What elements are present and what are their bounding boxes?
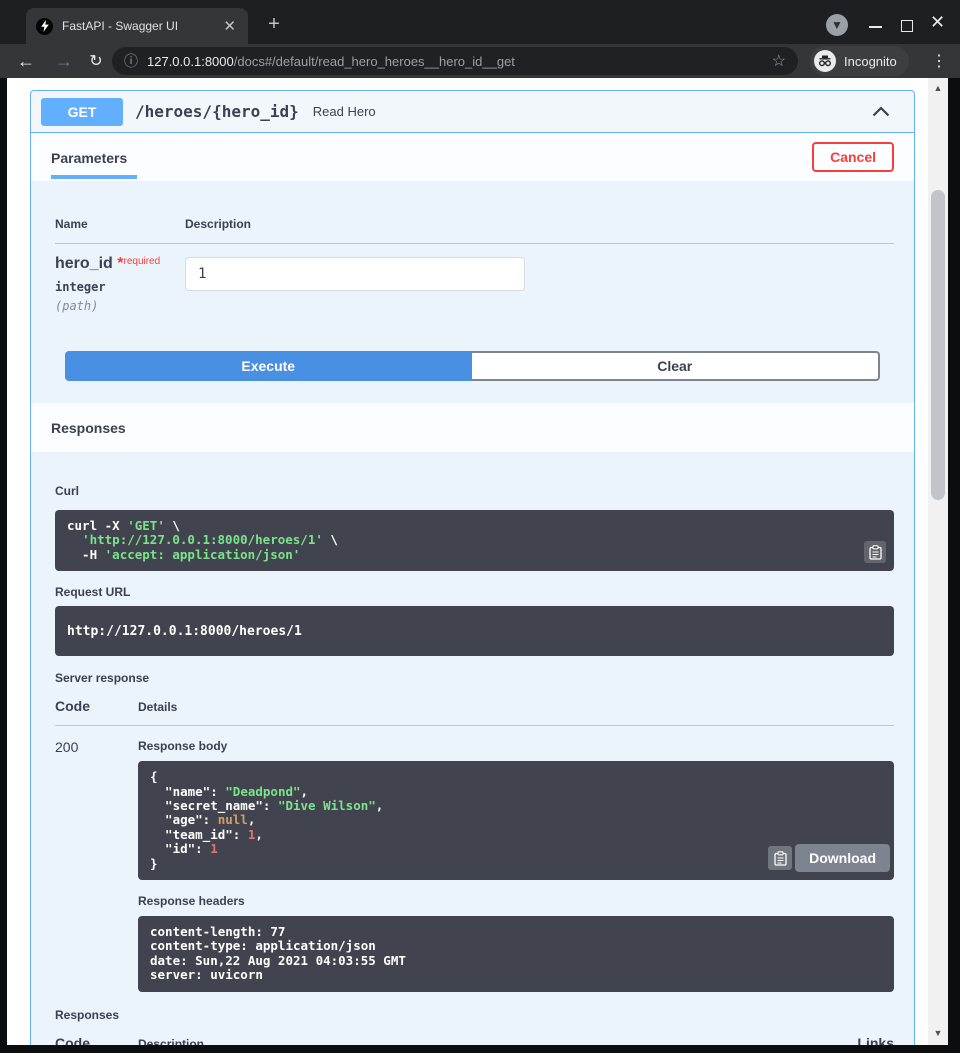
request-url-value: http://127.0.0.1:8000/heroes/1	[67, 624, 302, 639]
links-header: Links	[857, 1035, 894, 1045]
method-badge: GET	[41, 98, 123, 126]
cancel-button[interactable]: Cancel	[812, 142, 894, 172]
url-host: 127.0.0.1:8000	[147, 54, 234, 69]
responses-section-header: Responses	[31, 403, 914, 452]
response-body-block: { "name": "Deadpond", "secret_name": "Di…	[138, 761, 894, 880]
col-header-description: Description	[185, 217, 894, 231]
server-response-row: 200 Response body { "name": "Deadpond", …	[55, 726, 894, 991]
url-path: /docs#/default/read_hero_heroes__hero_id…	[234, 54, 515, 69]
description-header: Description	[138, 1037, 857, 1045]
scrollbar-thumb[interactable]	[931, 190, 945, 500]
required-label: required	[123, 256, 160, 267]
response-headers-label: Response headers	[138, 894, 894, 908]
window-close-icon[interactable]: ✕	[930, 13, 945, 31]
details-header: Details	[138, 700, 894, 714]
parameter-row: hero_id *required integer (path)	[55, 244, 894, 313]
browser-tab[interactable]: FastAPI - Swagger UI ✕	[26, 8, 248, 44]
responses-table-header-row: Code Description Links	[55, 1022, 894, 1045]
parameters-table: Name Description hero_id *required integ…	[31, 181, 914, 351]
chevron-up-icon[interactable]	[872, 106, 890, 117]
responses-body: Curl curl -X 'GET' \ 'http://127.0.0.1:8…	[31, 452, 914, 1045]
opblock-get: GET /heroes/{hero_id} Read Hero Paramete…	[30, 90, 915, 1045]
kebab-menu-icon[interactable]: ⋮	[926, 48, 952, 74]
incognito-badge: Incognito	[810, 46, 909, 76]
browser-update-icon[interactable]: ▼	[826, 14, 848, 36]
server-response-label: Server response	[55, 671, 894, 685]
bookmark-star-icon[interactable]: ☆	[772, 51, 786, 71]
screenshot-root: { "browser": { "tab_title": "FastAPI - S…	[0, 0, 960, 1053]
tab-close-icon[interactable]: ✕	[221, 17, 238, 36]
execute-button[interactable]: Execute	[65, 351, 472, 381]
forward-icon[interactable]: →	[51, 48, 77, 74]
tab-title: FastAPI - Swagger UI	[62, 19, 221, 33]
response-headers-block: content-length: 77content-type: applicat…	[138, 916, 894, 992]
url-text[interactable]: 127.0.0.1:8000/docs#/default/read_hero_h…	[147, 54, 764, 69]
copy-icon[interactable]	[864, 541, 886, 563]
code-header: Code	[55, 1035, 138, 1045]
scroll-down-arrow-icon[interactable]: ▼	[928, 1025, 948, 1041]
minimize-icon[interactable]	[869, 26, 882, 28]
col-header-name: Name	[55, 217, 185, 231]
reload-icon[interactable]: ↻	[83, 48, 109, 74]
status-code: 200	[55, 739, 138, 991]
request-url-label: Request URL	[55, 585, 894, 599]
swagger-page: GET /heroes/{hero_id} Read Hero Paramete…	[7, 78, 928, 1045]
back-icon[interactable]: ←	[13, 48, 39, 74]
new-tab-icon[interactable]: +	[262, 12, 286, 36]
server-response-header-row: Code Details	[55, 685, 894, 726]
curl-command-block: curl -X 'GET' \ 'http://127.0.0.1:8000/h…	[55, 510, 894, 571]
info-icon[interactable]: ⓘ	[124, 51, 138, 71]
tab-parameters[interactable]: Parameters	[51, 135, 137, 179]
scroll-up-arrow-icon[interactable]: ▲	[928, 80, 948, 96]
parameter-location: (path)	[55, 299, 185, 313]
copy-icon[interactable]	[768, 846, 792, 870]
responses-title: Responses	[51, 420, 126, 436]
endpoint-path: /heroes/{hero_id}	[135, 102, 299, 121]
fastapi-bolt-icon	[36, 18, 53, 35]
parameter-name: hero_id *required	[55, 255, 185, 273]
request-url-block: http://127.0.0.1:8000/heroes/1	[55, 606, 894, 656]
opblock-summary[interactable]: GET /heroes/{hero_id} Read Hero	[31, 91, 914, 133]
code-header: Code	[55, 698, 138, 714]
parameters-header: Parameters Cancel	[31, 133, 914, 181]
responses-table-label: Responses	[55, 1008, 894, 1022]
parameter-type: integer	[55, 280, 185, 294]
clear-button[interactable]: Clear	[472, 351, 881, 381]
address-bar[interactable]: ⓘ 127.0.0.1:8000/docs#/default/read_hero…	[112, 47, 798, 75]
maximize-icon[interactable]	[901, 20, 913, 32]
browser-toolbar: ← → ↻ ⓘ 127.0.0.1:8000/docs#/default/rea…	[0, 44, 960, 78]
incognito-label: Incognito	[844, 54, 897, 69]
curl-label: Curl	[55, 484, 79, 498]
scrollbar[interactable]: ▲ ▼	[928, 78, 948, 1045]
response-body-label: Response body	[138, 739, 894, 753]
hero-id-input[interactable]	[185, 257, 525, 291]
browser-tab-bar: FastAPI - Swagger UI ✕ + ▼ ✕	[0, 0, 960, 44]
download-button[interactable]: Download	[795, 844, 890, 872]
incognito-icon	[814, 50, 836, 72]
endpoint-summary: Read Hero	[313, 104, 872, 119]
execute-wrapper: Execute Clear	[31, 351, 914, 403]
